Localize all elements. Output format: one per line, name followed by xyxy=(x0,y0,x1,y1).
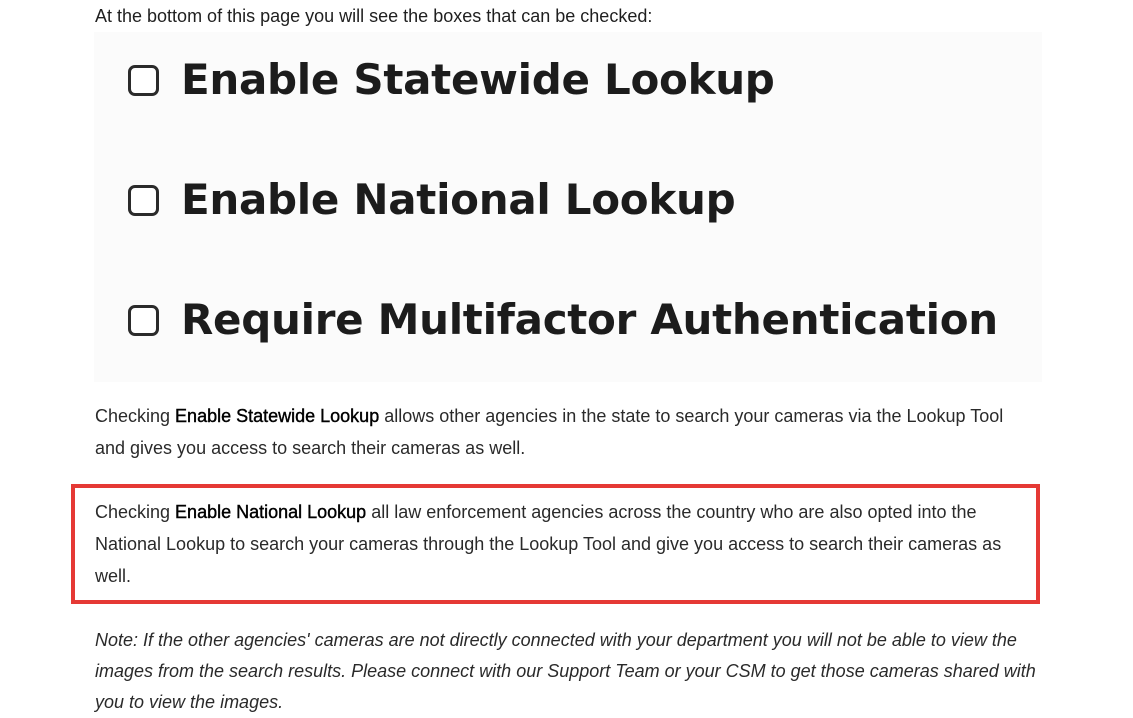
note-text: Note: If the other agencies' cameras are… xyxy=(95,630,1036,712)
statewide-lookup-option[interactable]: Enable Statewide Lookup xyxy=(128,54,775,106)
multifactor-auth-label: Require Multifactor Authentication xyxy=(181,295,998,344)
multifactor-auth-option[interactable]: Require Multifactor Authentication xyxy=(128,294,998,346)
p2-prefix: Checking xyxy=(95,502,176,522)
national-lookup-description: Checking Enable National Lookup all law … xyxy=(95,496,1015,592)
statewide-lookup-checkbox[interactable] xyxy=(128,64,159,96)
p2-bold-term: Enable National Lookup xyxy=(175,502,367,522)
statewide-lookup-label: Enable Statewide Lookup xyxy=(181,55,775,104)
p1-bold-term: Enable Statewide Lookup xyxy=(175,406,380,426)
p1-prefix: Checking xyxy=(95,406,176,426)
national-lookup-label: Enable National Lookup xyxy=(181,175,736,224)
intro-text: At the bottom of this page you will see … xyxy=(95,6,653,26)
national-lookup-option[interactable]: Enable National Lookup xyxy=(128,174,736,226)
checkbox-options-image: Enable Statewide Lookup Enable National … xyxy=(94,32,1042,382)
national-lookup-checkbox[interactable] xyxy=(128,184,159,216)
statewide-lookup-description: Checking Enable Statewide Lookup allows … xyxy=(95,400,1035,464)
multifactor-auth-checkbox[interactable] xyxy=(128,304,159,336)
